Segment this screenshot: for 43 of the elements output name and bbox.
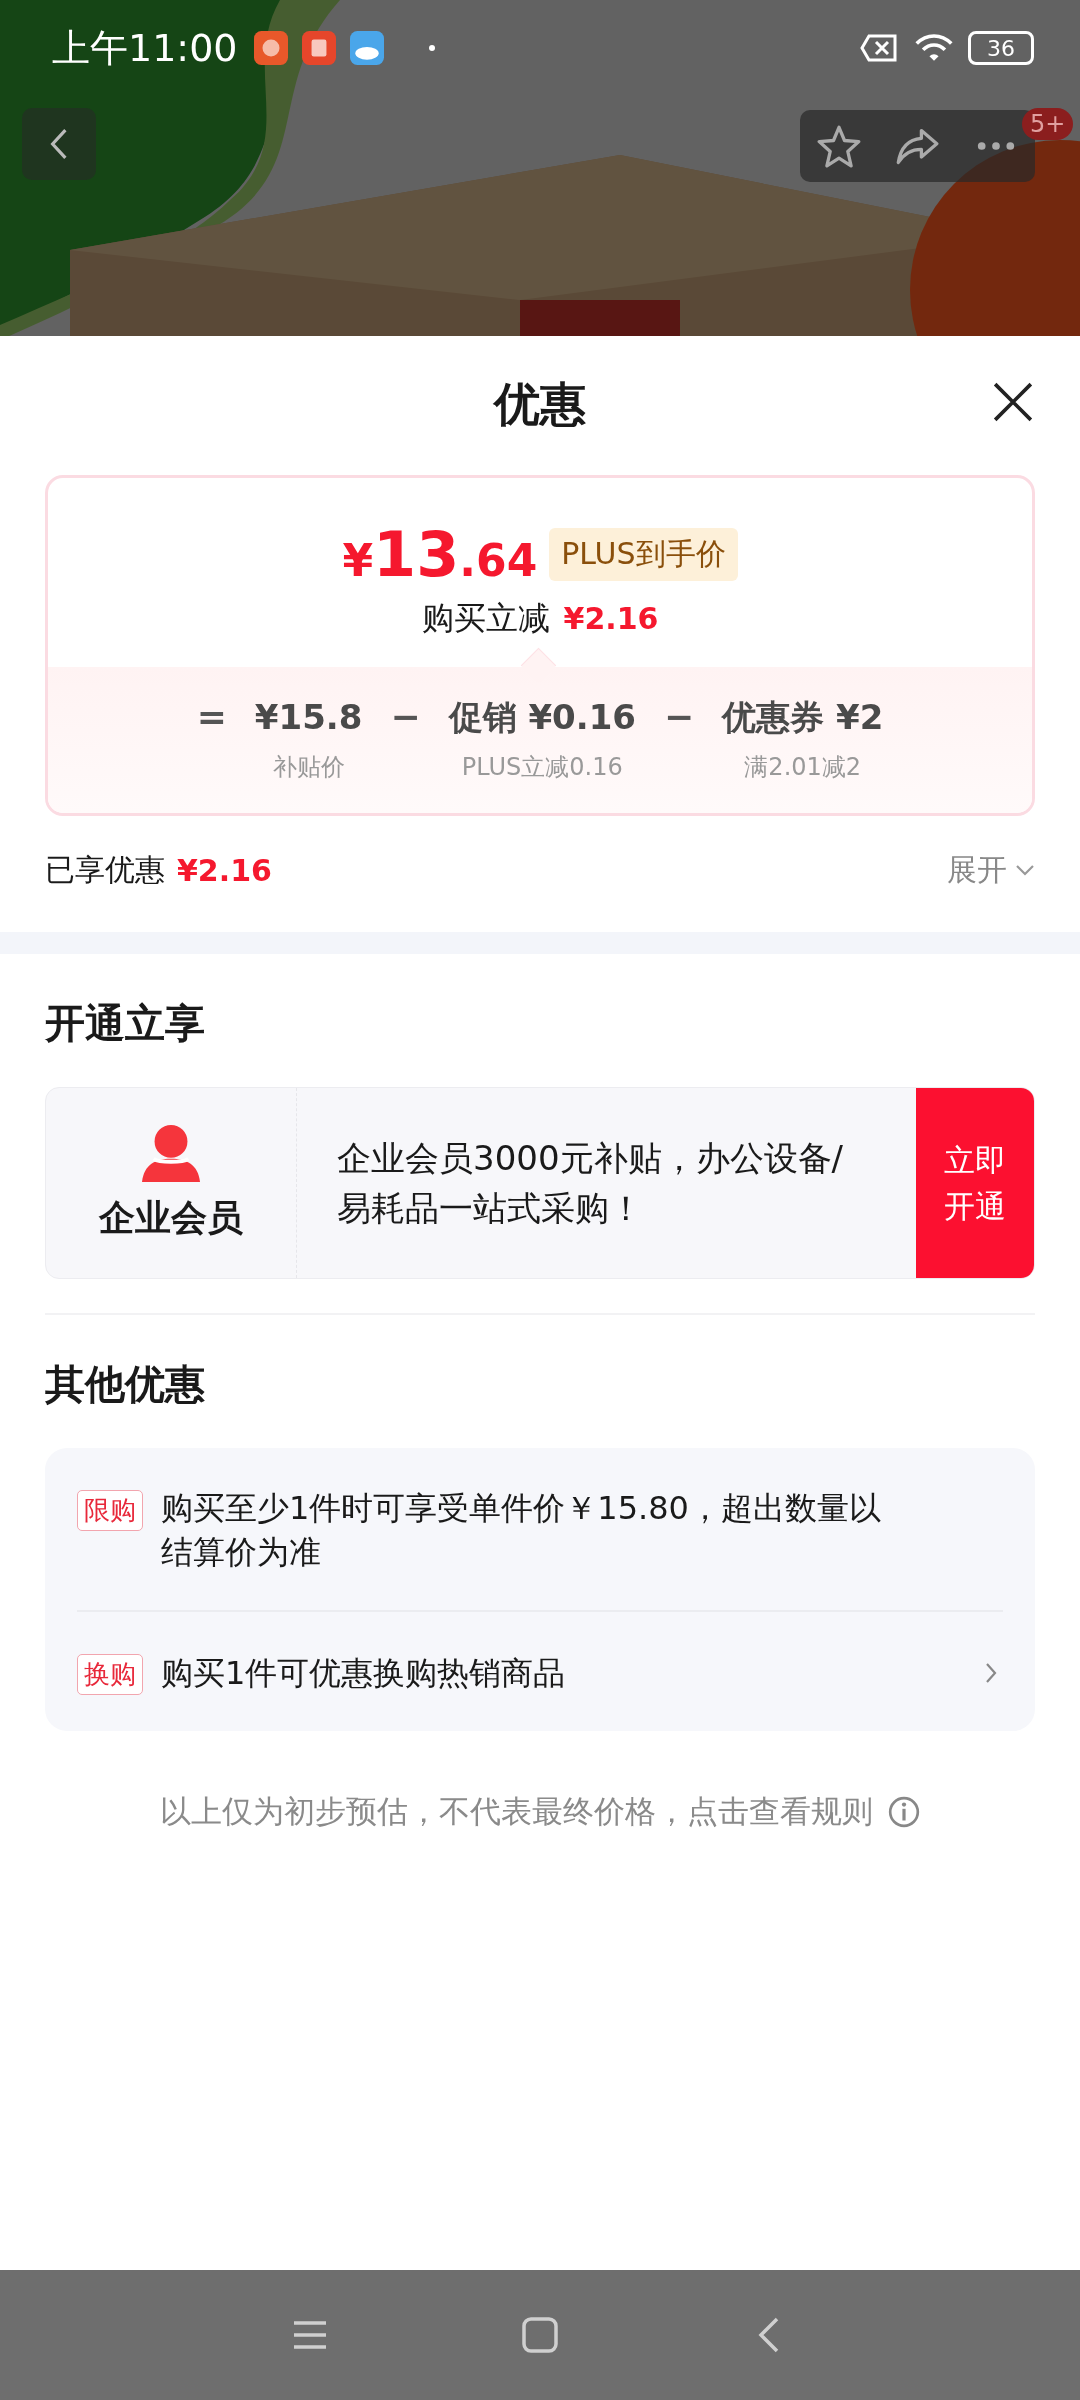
operator-sign: =	[196, 695, 227, 739]
section-heading: 开通立享	[45, 999, 206, 1048]
operator-sign: −	[663, 695, 695, 739]
reduce-amount: ¥2.16	[563, 601, 659, 636]
battery-icon: 36	[968, 31, 1034, 65]
section-heading: 其他优惠	[45, 1360, 206, 1409]
chevron-right-icon[interactable]	[985, 1661, 997, 1684]
offer-tag: 限购	[77, 1490, 143, 1531]
back-button[interactable]	[22, 108, 96, 180]
notification-app-icon	[253, 31, 288, 65]
breakdown-note: PLUS立减0.16	[461, 752, 623, 783]
enjoyed-label: 已享优惠	[45, 850, 165, 889]
notification-app-icon	[301, 31, 336, 65]
no-sim-icon	[860, 33, 900, 63]
membership-name: 企业会员	[99, 1195, 243, 1240]
star-icon[interactable]	[817, 124, 862, 168]
offer-tag: 换购	[77, 1654, 143, 1695]
person-icon	[139, 1123, 203, 1182]
weather-icon	[349, 31, 384, 65]
chevron-down-icon[interactable]	[1015, 864, 1035, 876]
reduce-label: 购买立减	[421, 598, 550, 639]
final-price: ¥13.64	[342, 518, 538, 591]
status-time: 上午11:00	[52, 24, 238, 72]
sheet-title: 优惠	[494, 376, 586, 433]
breakdown-note: 满2.01减2	[744, 752, 862, 783]
expand-toggle[interactable]: 展开	[947, 849, 1035, 891]
home-icon[interactable]	[520, 2315, 560, 2355]
enjoyed-amount: ¥2.16	[177, 852, 272, 888]
rules-link[interactable]: 以上仅为初步预估，不代表最终价格，点击查看规则	[159, 1791, 873, 1833]
close-icon[interactable]	[992, 381, 1034, 423]
breakdown-amount: 促销 ¥0.16	[448, 696, 636, 739]
offer-text: 购买1件可优惠换购热销商品	[161, 1652, 567, 1694]
breakdown-amount: 优惠券 ¥2	[722, 696, 884, 739]
breakdown-amount: ¥15.8	[254, 696, 363, 739]
membership-description: 企业会员3000元补贴，办公设备/易耗品一站式采购！	[336, 1137, 844, 1230]
price-tag: PLUS到手价	[549, 528, 738, 581]
info-icon[interactable]	[886, 1795, 921, 1829]
operator-sign: −	[390, 695, 421, 739]
breakdown-note: 补贴价	[272, 752, 345, 783]
offer-text: 购买至少1件时可享受单件价￥15.80，超出数量以结算价为准	[161, 1488, 882, 1573]
wifi-icon	[914, 33, 954, 63]
activate-button[interactable]: 立即开通	[916, 1088, 1034, 1278]
more-notifications-icon	[427, 44, 436, 52]
